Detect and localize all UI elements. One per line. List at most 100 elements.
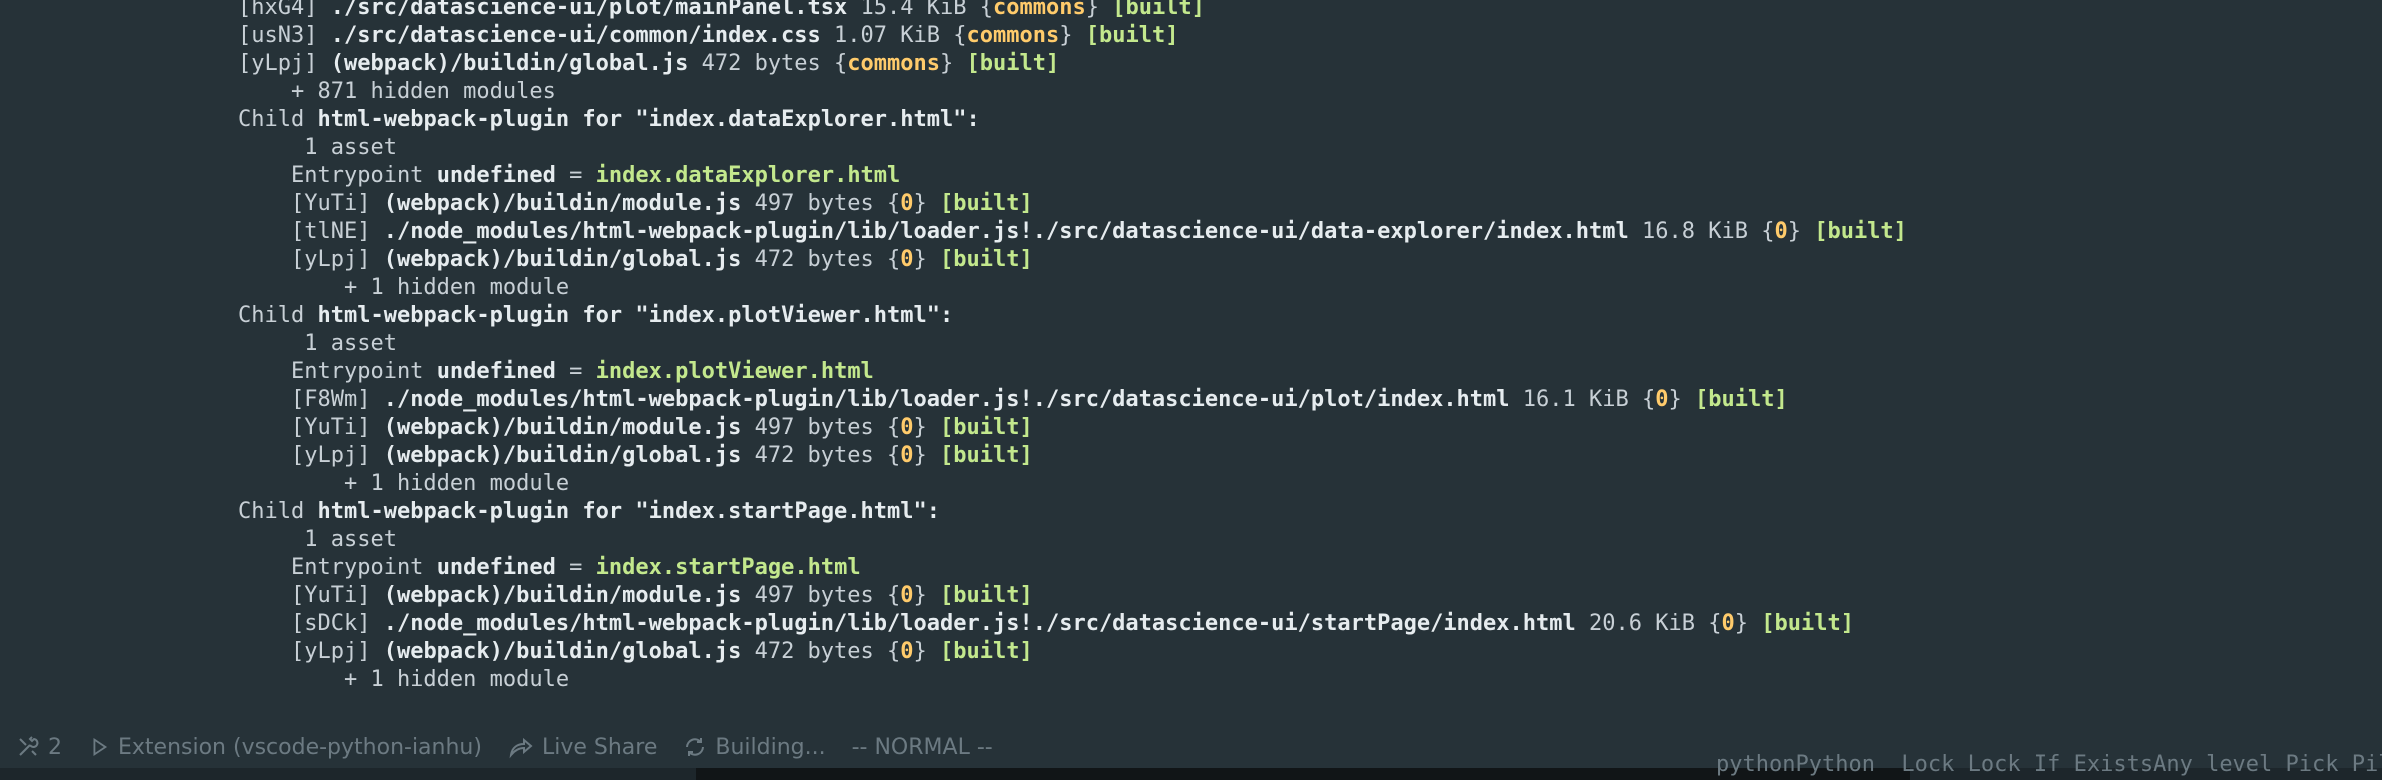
terminal-segment: 0 <box>1774 219 1788 244</box>
terminal-segment: [hxG4] <box>238 0 331 20</box>
terminal-segment: } <box>913 443 941 468</box>
terminal-segment: [built] <box>966 51 1060 76</box>
tools-icon <box>19 736 39 756</box>
terminal-segment: undefined <box>436 555 556 580</box>
terminal-segment: Child <box>238 107 318 132</box>
terminal-segment: for "index.startPage.html": <box>569 499 941 524</box>
terminal-segment: + 1 hidden module <box>238 667 570 692</box>
terminal-line: [YuTi] (webpack)/buildin/module.js 497 b… <box>238 582 1033 610</box>
terminal-line: [YuTi] (webpack)/buildin/module.js 497 b… <box>238 414 1033 442</box>
terminal-segment: = <box>555 163 596 188</box>
terminal-segment: + 1 hidden module <box>238 471 570 496</box>
terminal-segment: (webpack)/buildin/global.js <box>330 51 689 76</box>
terminal-segment: } <box>940 51 967 76</box>
terminal-line: Entrypoint undefined = index.dataExplore… <box>238 162 900 190</box>
terminal-segment: html-webpack-plugin <box>317 499 570 524</box>
terminal-output[interactable]: [hxG4] ./src/datascience-ui/plot/mainPan… <box>0 0 2382 706</box>
build-status-label: Building... <box>715 734 826 760</box>
terminal-segment: [built] <box>1695 387 1788 412</box>
terminal-segment: } <box>1059 23 1086 48</box>
terminal-line: [tlNE] ./node_modules/html-webpack-plugi… <box>238 218 1907 246</box>
terminal-segment: ./node_modules/html-webpack-plugin/lib/l… <box>383 219 1629 244</box>
terminal-segment: (webpack)/buildin/module.js <box>383 191 742 216</box>
terminal-line: [yLpj] (webpack)/buildin/global.js 472 b… <box>238 638 1033 666</box>
terminal-segment: } <box>1734 611 1762 636</box>
terminal-line: 1 asset <box>238 526 397 554</box>
terminal-line: Entrypoint undefined = index.plotViewer.… <box>238 358 874 386</box>
terminal-segment: 1 asset <box>238 527 397 552</box>
terminal-segment: for "index.plotViewer.html": <box>569 303 954 328</box>
terminal-segment: [sDCk] <box>238 611 384 636</box>
terminal-segment: 1 asset <box>238 331 397 356</box>
build-status[interactable]: Building... <box>683 734 826 760</box>
terminal-segment: [tlNE] <box>238 219 384 244</box>
terminal-line: [hxG4] ./src/datascience-ui/plot/mainPan… <box>238 0 1205 22</box>
vim-mode-label: -- NORMAL -- <box>851 734 993 760</box>
terminal-segment: 0 <box>900 583 914 608</box>
terminal-segment: (webpack)/buildin/module.js <box>383 415 742 440</box>
terminal-segment: [usN3] <box>238 23 331 48</box>
terminal-segment: (webpack)/buildin/global.js <box>383 247 742 272</box>
launch-config-label: Extension (vscode-python-ianhu) <box>118 734 482 760</box>
terminal-segment: Child <box>238 303 318 328</box>
live-share-icon <box>509 737 533 759</box>
bottom-panel: pythonPython Lock Lock If ExistsAny leve… <box>696 752 2382 780</box>
terminal-segment: [yLpj] <box>238 443 384 468</box>
ports-status[interactable]: 2 <box>16 735 62 760</box>
terminal-segment: [YuTi] <box>238 583 384 608</box>
terminal-segment: [yLpj] <box>238 639 384 664</box>
terminal-segment: [YuTi] <box>238 191 384 216</box>
terminal-line: Entrypoint undefined = index.startPage.h… <box>238 554 861 582</box>
play-icon <box>93 737 108 757</box>
terminal-line: 1 asset <box>238 134 397 162</box>
terminal-segment: [built] <box>940 639 1033 664</box>
terminal-segment: } <box>1787 219 1815 244</box>
terminal-segment: [built] <box>940 191 1033 216</box>
terminal-segment: Entrypoint <box>238 359 437 384</box>
terminal-segment: [built] <box>940 583 1033 608</box>
live-share-button[interactable]: Live Share <box>508 735 657 760</box>
terminal-segment: [F8Wm] <box>238 387 384 412</box>
live-share-label: Live Share <box>541 734 658 760</box>
terminal-line: [yLpj] (webpack)/buildin/global.js 472 b… <box>238 442 1033 470</box>
terminal-segment: 1 asset <box>238 135 397 160</box>
terminal-segment: 497 bytes { <box>741 415 901 440</box>
terminal-segment: [YuTi] <box>238 415 384 440</box>
terminal-segment: } <box>913 247 941 272</box>
terminal-segment: for "index.dataExplorer.html": <box>569 107 980 132</box>
terminal-segment: [built] <box>1112 0 1205 20</box>
terminal-segment: 1.07 KiB { <box>820 23 967 48</box>
terminal-segment: [yLpj] <box>238 247 384 272</box>
launch-config[interactable]: Extension (vscode-python-ianhu) <box>88 735 482 760</box>
terminal-line: [YuTi] (webpack)/buildin/module.js 497 b… <box>238 190 1033 218</box>
terminal-line: [F8Wm] ./node_modules/html-webpack-plugi… <box>238 386 1788 414</box>
terminal-segment: index.plotViewer.html <box>595 359 874 384</box>
terminal-segment: [yLpj] <box>238 51 331 76</box>
terminal-segment: 0 <box>1655 387 1669 412</box>
sync-icon <box>686 738 705 756</box>
terminal-segment: + 871 hidden modules <box>238 79 556 104</box>
terminal-segment: index.startPage.html <box>595 555 861 580</box>
terminal-line: + 1 hidden module <box>238 666 569 694</box>
terminal-segment: = <box>555 359 596 384</box>
terminal-segment: } <box>913 415 941 440</box>
terminal-line: Child html-webpack-plugin for "index.plo… <box>238 302 953 330</box>
terminal-segment: 0 <box>900 443 914 468</box>
terminal-line: Child html-webpack-plugin for "index.sta… <box>238 498 940 526</box>
terminal-segment: index.dataExplorer.html <box>595 163 901 188</box>
terminal-segment: Entrypoint <box>238 555 437 580</box>
terminal-segment: = <box>555 555 596 580</box>
terminal-segment: } <box>1668 387 1695 412</box>
vim-mode-indicator: -- NORMAL -- <box>852 735 993 760</box>
terminal-segment: html-webpack-plugin <box>317 303 570 328</box>
terminal-segment: } <box>913 583 941 608</box>
terminal-line: + 1 hidden module <box>238 470 569 498</box>
terminal-line: [yLpj] (webpack)/buildin/global.js 472 b… <box>238 50 1059 78</box>
terminal-segment: 16.8 KiB { <box>1628 219 1775 244</box>
terminal-segment: 16.1 KiB { <box>1509 387 1656 412</box>
terminal-segment: [built] <box>1761 611 1854 636</box>
terminal-segment: Entrypoint <box>238 163 437 188</box>
terminal-segment: html-webpack-plugin <box>317 107 570 132</box>
terminal-segment: 0 <box>900 191 914 216</box>
bottom-panel-strip: pythonPython Lock Lock If ExistsAny leve… <box>0 752 2382 780</box>
